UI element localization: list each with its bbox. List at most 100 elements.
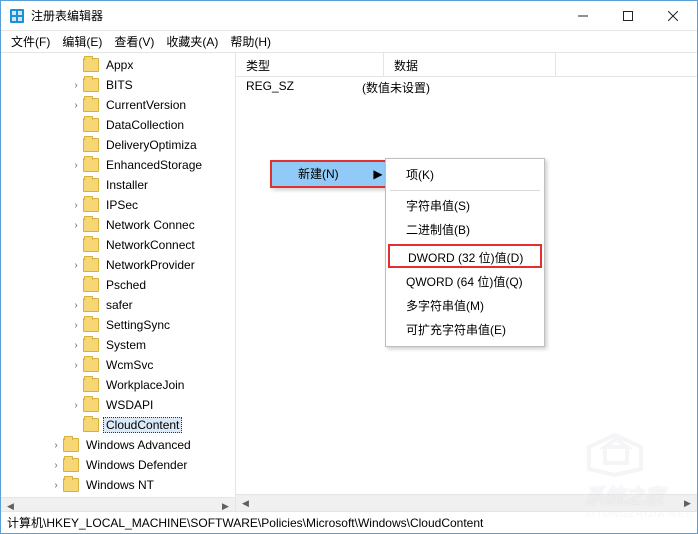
folder-icon (83, 118, 99, 132)
chevron-right-icon[interactable]: › (69, 338, 83, 352)
folder-icon (83, 318, 99, 332)
context-item-binary[interactable]: 二进制值(B) (388, 218, 542, 242)
tree-node[interactable]: › IPSec (7, 195, 235, 215)
chevron-right-icon[interactable]: › (49, 438, 63, 452)
tree-node[interactable]: ›EnhancedStorage (7, 155, 235, 175)
tree-node-label: Appx (103, 57, 136, 73)
tree-node[interactable]: ›WcmSvc (7, 355, 235, 375)
tree-node[interactable]: › Windows Defender (7, 455, 235, 475)
tree-node[interactable]: ›NetworkProvider (7, 255, 235, 275)
tree-node[interactable]: CloudContent (7, 415, 235, 435)
list-row[interactable]: REG_SZ (数值未设置) (236, 77, 697, 98)
tree-node-label: safer (103, 297, 136, 313)
folder-icon (83, 298, 99, 312)
chevron-right-icon[interactable]: › (69, 198, 83, 212)
context-item-label: 新建(N) (272, 162, 368, 186)
minimize-button[interactable] (560, 1, 605, 30)
cell-data: (数值未设置) (362, 79, 697, 96)
tree-node-label: IPSec (103, 197, 141, 213)
chevron-right-icon[interactable]: › (69, 158, 83, 172)
tree-node[interactable]: › CurrentVersion (7, 95, 235, 115)
context-item-multi-string[interactable]: 多字符串值(M) (388, 294, 542, 318)
window-controls (560, 1, 695, 30)
toggle-placeholder (69, 378, 83, 392)
col-type[interactable]: 类型 (236, 53, 384, 76)
context-item-key[interactable]: 项(K) (388, 163, 542, 187)
folder-icon (83, 338, 99, 352)
tree-node[interactable]: ›Network Connec (7, 215, 235, 235)
tree-node[interactable]: › Windows NT (7, 475, 235, 495)
folder-icon (83, 98, 99, 112)
context-item-qword[interactable]: QWORD (64 位)值(Q) (388, 270, 542, 294)
chevron-right-icon[interactable]: › (69, 258, 83, 272)
body-split: Appx›BITS›CurrentVersionDataCollectionDe… (1, 53, 697, 511)
folder-icon (83, 78, 99, 92)
context-item-expandable-string[interactable]: 可扩充字符串值(E) (388, 318, 542, 342)
toggle-placeholder (69, 178, 83, 192)
tree-node-label: SettingSync (103, 317, 173, 333)
chevron-right-icon[interactable]: › (69, 398, 83, 412)
tree-node[interactable]: › safer (7, 295, 235, 315)
chevron-right-icon[interactable]: › (69, 218, 83, 232)
tree-pane[interactable]: Appx›BITS›CurrentVersionDataCollectionDe… (1, 53, 236, 511)
folder-icon (63, 458, 79, 472)
chevron-right-icon[interactable]: › (69, 98, 83, 112)
chevron-right-icon[interactable]: › (49, 478, 63, 492)
tree-node[interactable]: DataCollection (7, 115, 235, 135)
context-item-new[interactable]: 新建(N) ▶ (272, 162, 388, 186)
window-title: 注册表编辑器 (31, 7, 560, 24)
folder-icon (83, 158, 99, 172)
chevron-right-icon[interactable]: › (69, 78, 83, 92)
chevron-right-icon[interactable]: › (69, 298, 83, 312)
tree-node-label: CloudContent (103, 417, 182, 433)
folder-icon (83, 418, 99, 432)
list-horizontal-scrollbar[interactable]: ◀ ▶ (236, 494, 697, 511)
toggle-placeholder (69, 58, 83, 72)
menu-view[interactable]: 查看(V) (108, 31, 160, 52)
tree-node[interactable]: Appx (7, 55, 235, 75)
folder-icon (83, 258, 99, 272)
tree-node[interactable]: ›Windows Advanced (7, 435, 235, 455)
menu-edit[interactable]: 编辑(E) (56, 31, 108, 52)
tree-node-label: WorkplaceJoin (103, 377, 187, 393)
scroll-right-icon[interactable]: ▶ (680, 496, 695, 511)
chevron-right-icon[interactable]: › (49, 458, 63, 472)
tree-node[interactable]: › SettingSync (7, 315, 235, 335)
close-button[interactable] (650, 1, 695, 30)
tree-node-label: System (103, 337, 149, 353)
tree-node[interactable]: WorkplaceJoin (7, 375, 235, 395)
scroll-left-icon[interactable]: ◀ (3, 499, 18, 512)
scroll-right-icon[interactable]: ▶ (218, 499, 233, 512)
folder-icon (63, 478, 79, 492)
folder-icon (83, 358, 99, 372)
regedit-icon (9, 8, 25, 24)
context-item-dword[interactable]: DWORD (32 位)值(D) (388, 244, 542, 268)
folder-icon (83, 138, 99, 152)
tree-node[interactable]: NetworkConnect (7, 235, 235, 255)
menu-help[interactable]: 帮助(H) (224, 31, 277, 52)
tree-node-label: Windows Defender (83, 457, 190, 473)
tree-node-label: Windows NT (83, 477, 157, 493)
toggle-placeholder (69, 138, 83, 152)
menubar: 文件(F) 编辑(E) 查看(V) 收藏夹(A) 帮助(H) (1, 31, 697, 53)
tree-node[interactable]: ›WSDAPI (7, 395, 235, 415)
toggle-placeholder (69, 238, 83, 252)
col-data[interactable]: 数据 (384, 53, 556, 76)
scroll-left-icon[interactable]: ◀ (238, 496, 253, 511)
tree-node[interactable]: › System (7, 335, 235, 355)
maximize-button[interactable] (605, 1, 650, 30)
titlebar: 注册表编辑器 (1, 1, 697, 31)
context-submenu-new-type: 项(K) 字符串值(S) 二进制值(B) DWORD (32 位)值(D) QW… (385, 158, 545, 347)
menu-favorites[interactable]: 收藏夹(A) (160, 31, 224, 52)
tree-node[interactable]: Installer (7, 175, 235, 195)
tree-node[interactable]: DeliveryOptimiza (7, 135, 235, 155)
tree-node-label: CurrentVersion (103, 97, 189, 113)
chevron-right-icon[interactable]: › (69, 318, 83, 332)
context-item-string[interactable]: 字符串值(S) (388, 194, 542, 218)
chevron-right-icon[interactable]: › (69, 358, 83, 372)
tree-horizontal-scrollbar[interactable]: ◀ ▶ (1, 497, 235, 511)
tree-node[interactable]: ›BITS (7, 75, 235, 95)
menu-file[interactable]: 文件(F) (5, 31, 56, 52)
tree-node[interactable]: Psched (7, 275, 235, 295)
folder-icon (83, 238, 99, 252)
